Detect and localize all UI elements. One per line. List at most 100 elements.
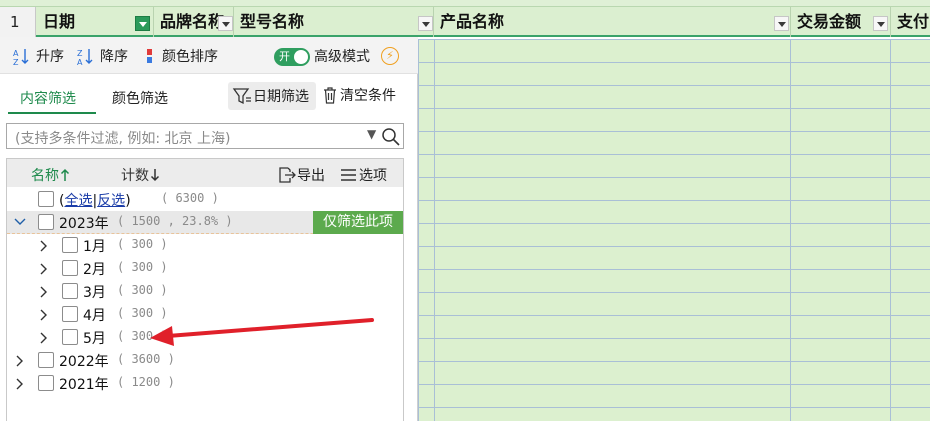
search-dropdown-icon[interactable]: ▼: [367, 127, 376, 141]
search-icon[interactable]: [381, 127, 401, 147]
count-header-label: 计数: [121, 168, 149, 184]
active-tab-underline: [8, 112, 96, 114]
month-label: 4月: [83, 308, 106, 324]
year-2023-checkbox[interactable]: [38, 214, 54, 230]
chevron-right-icon[interactable]: [38, 239, 50, 253]
sort-by-count-button[interactable]: 计数: [121, 165, 161, 185]
month-count: ( 300 ): [117, 329, 168, 343]
chevron-right-icon[interactable]: [38, 331, 50, 345]
month-count: ( 300 ): [117, 237, 168, 251]
chevron-right-icon[interactable]: [38, 308, 50, 322]
list-item-month[interactable]: 1月 ( 300 ): [7, 234, 403, 257]
list-item-month[interactable]: 5月 ( 300 ): [7, 326, 403, 349]
month-count: ( 300 ): [117, 283, 168, 297]
grid-column-line: [418, 39, 419, 421]
total-count: ( 6300 ): [161, 191, 219, 205]
year-2023-count: ( 1500 , 23.8% ): [117, 214, 233, 228]
product-filter-dropdown-icon[interactable]: [774, 16, 789, 31]
sort-ascending-icon: A Z: [13, 49, 29, 66]
list-item-2022[interactable]: 2022年 ( 3600 ): [7, 349, 403, 372]
year-2022-label: 2022年: [59, 354, 109, 370]
menu-icon: [341, 169, 356, 181]
year-2021-label: 2021年: [59, 377, 109, 393]
chevron-down-icon[interactable]: [13, 216, 27, 228]
list-item-month[interactable]: 3月 ( 300 ): [7, 280, 403, 303]
export-icon: [279, 167, 296, 183]
date-filter-label: 日期筛选: [253, 89, 309, 105]
model-filter-dropdown-icon[interactable]: [418, 16, 433, 31]
grid-column-line: [790, 39, 791, 421]
select-all-checkbox[interactable]: [38, 191, 54, 207]
grid-column-line: [434, 39, 435, 421]
sort-descending-icon: Z A: [77, 49, 93, 66]
tab-color-filter[interactable]: 颜色筛选: [112, 88, 168, 108]
advanced-mode-toggle[interactable]: 开: [274, 48, 310, 66]
month-label: 1月: [83, 239, 106, 255]
search-placeholder: (支持多条件过滤, 例如: 北京 上海): [15, 131, 231, 147]
year-2021-checkbox[interactable]: [38, 375, 54, 391]
filter-tabs: 内容筛选 颜色筛选 日期筛选 清空条件: [0, 74, 418, 116]
invert-selection-link[interactable]: 反选: [97, 193, 125, 209]
color-sort-button[interactable]: 颜色排序: [144, 46, 218, 66]
month-label: 5月: [83, 331, 106, 347]
chevron-right-icon[interactable]: [14, 354, 26, 368]
options-label: 选项: [359, 168, 387, 184]
sort-descending-button[interactable]: Z A 降序: [76, 46, 128, 66]
list-item-month[interactable]: 4月 ( 300 ): [7, 303, 403, 326]
filter-panel: A Z 升序 Z A 降序 颜色排序 开 高级模式 ⚡ 内容筛选 颜色筛选 日期…: [0, 37, 418, 421]
export-button[interactable]: 导出: [277, 165, 325, 185]
svg-text:Z: Z: [77, 49, 83, 58]
search-input[interactable]: (支持多条件过滤, 例如: 北京 上海) ▼: [6, 123, 404, 149]
sheet-top-strip: [0, 0, 930, 7]
amount-filter-dropdown-icon[interactable]: [873, 16, 888, 31]
month-label: 2月: [83, 262, 106, 278]
month-checkbox[interactable]: [62, 260, 78, 276]
brand-filter-dropdown-icon[interactable]: [218, 16, 233, 31]
month-label: 3月: [83, 285, 106, 301]
select-all-link[interactable]: 全选: [64, 193, 92, 209]
clear-conditions-label: 清空条件: [340, 88, 396, 104]
paren-close: ): [125, 193, 131, 209]
lightning-icon[interactable]: ⚡: [381, 47, 399, 65]
month-count: ( 300 ): [117, 260, 168, 274]
year-2023-label: 2023年: [59, 216, 109, 232]
tab-content-filter[interactable]: 内容筛选: [20, 88, 76, 108]
sort-descending-label: 降序: [100, 49, 128, 65]
sort-ascending-label: 升序: [36, 49, 64, 65]
svg-text:Z: Z: [13, 58, 19, 66]
year-2022-count: ( 3600 ): [117, 352, 175, 366]
color-sort-icon: [147, 49, 152, 63]
list-item-month[interactable]: 2月 ( 300 ): [7, 257, 403, 280]
month-checkbox[interactable]: [62, 237, 78, 253]
clear-conditions-button[interactable]: 清空条件: [320, 85, 396, 105]
sort-toolbar: A Z 升序 Z A 降序 颜色排序 开 高级模式 ⚡: [0, 37, 418, 74]
chevron-right-icon[interactable]: [14, 377, 26, 391]
month-checkbox[interactable]: [62, 306, 78, 322]
sort-by-name-button[interactable]: 名称: [31, 165, 71, 185]
name-header-label: 名称: [31, 168, 59, 184]
row-number[interactable]: 1: [0, 7, 36, 37]
options-button[interactable]: 选项: [339, 165, 387, 185]
sort-ascending-button[interactable]: A Z 升序: [12, 46, 64, 66]
year-2022-checkbox[interactable]: [38, 352, 54, 368]
value-list: 名称 计数 导出 选项 (全选|反选) (6300) 2023年 (150…: [6, 158, 404, 421]
month-checkbox[interactable]: [62, 283, 78, 299]
chevron-right-icon[interactable]: [38, 285, 50, 299]
month-count: ( 300 ): [117, 306, 168, 320]
chevron-right-icon[interactable]: [38, 262, 50, 276]
arrow-up-icon: [60, 168, 70, 181]
date-filter-button[interactable]: 日期筛选: [228, 82, 316, 110]
column-header-product[interactable]: 产品名称: [434, 7, 791, 37]
list-item-2021[interactable]: 2021年 ( 1200 ): [7, 372, 403, 395]
advanced-mode-label: 高级模式: [314, 49, 370, 65]
svg-text:A: A: [13, 49, 19, 58]
trash-icon: [324, 87, 336, 104]
funnel-icon: [232, 88, 251, 105]
column-header-model[interactable]: 型号名称: [234, 7, 434, 37]
column-header-payment[interactable]: 支付: [891, 7, 930, 37]
list-item-2023[interactable]: 2023年 ( 1500 , 23.8% ) 仅筛选此项: [7, 211, 403, 234]
date-filter-dropdown-icon[interactable]: [135, 16, 150, 31]
month-checkbox[interactable]: [62, 329, 78, 345]
cell-grid[interactable]: [418, 39, 930, 421]
filter-only-this-button[interactable]: 仅筛选此项: [313, 211, 403, 234]
